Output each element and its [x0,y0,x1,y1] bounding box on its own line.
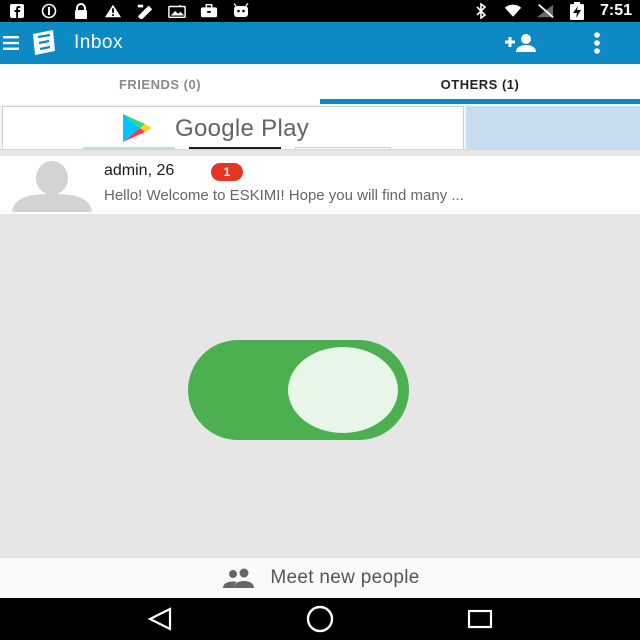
fax-icon [136,3,154,19]
meet-new-people-button[interactable]: Meet new people [0,557,640,598]
google-play-logo-icon [123,114,152,142]
hamburger-menu-icon[interactable] [0,22,22,64]
back-icon[interactable] [135,598,185,640]
sync-icon [40,3,58,19]
more-options-icon[interactable] [582,22,612,64]
lock-icon [72,3,90,19]
home-icon[interactable] [295,598,345,640]
page-title: Inbox [74,32,123,53]
warning-icon [104,3,122,19]
people-icon [220,566,258,590]
system-nav-bar [0,598,640,640]
toggle-knob[interactable] [288,347,398,433]
app-logo-icon [28,28,60,58]
ad-creative[interactable]: Google Play [2,106,464,149]
facebook-icon [8,3,26,19]
tab-others[interactable]: OTHERS (1) [320,64,640,104]
message-list-item[interactable]: admin, 26 1 Hello! Welcome to ESKIMI! Ho… [0,156,640,214]
ad-banner[interactable]: Google Play [0,104,640,150]
meet-new-people-label: Meet new people [270,567,420,588]
ad-thumbnail [83,147,175,149]
inbox-tabs: FRIENDS (0) OTHERS (1) [0,64,640,104]
ad-side-panel [466,106,640,149]
clock: 7:51 [599,2,632,19]
status-system: 7:51 [472,2,632,20]
ad-thumbnail [189,147,281,149]
ad-thumbnail [295,147,391,149]
recents-icon[interactable] [455,598,505,640]
battery-charging-icon [568,2,586,20]
unread-badge: 1 [211,163,243,181]
photo-icon [168,3,186,19]
ad-brand-text: Google Play [175,115,310,142]
add-friend-icon[interactable] [502,22,542,64]
app-bar-actions [502,22,640,64]
bluetooth-icon [472,3,490,19]
status-bar: 7:51 [0,0,640,22]
wifi-icon [504,3,522,19]
toggle-switch[interactable] [188,340,409,440]
briefcase-icon [200,3,218,19]
android-icon [232,3,250,19]
message-preview: Hello! Welcome to ESKIMI! Hope you will … [104,187,464,204]
signal-icon [536,3,554,19]
sender-name: admin, 26 [104,162,175,179]
status-notifications [8,3,250,19]
app-bar: Inbox [0,22,640,64]
tab-friends[interactable]: FRIENDS (0) [0,64,320,104]
avatar-placeholder-icon [12,161,92,212]
